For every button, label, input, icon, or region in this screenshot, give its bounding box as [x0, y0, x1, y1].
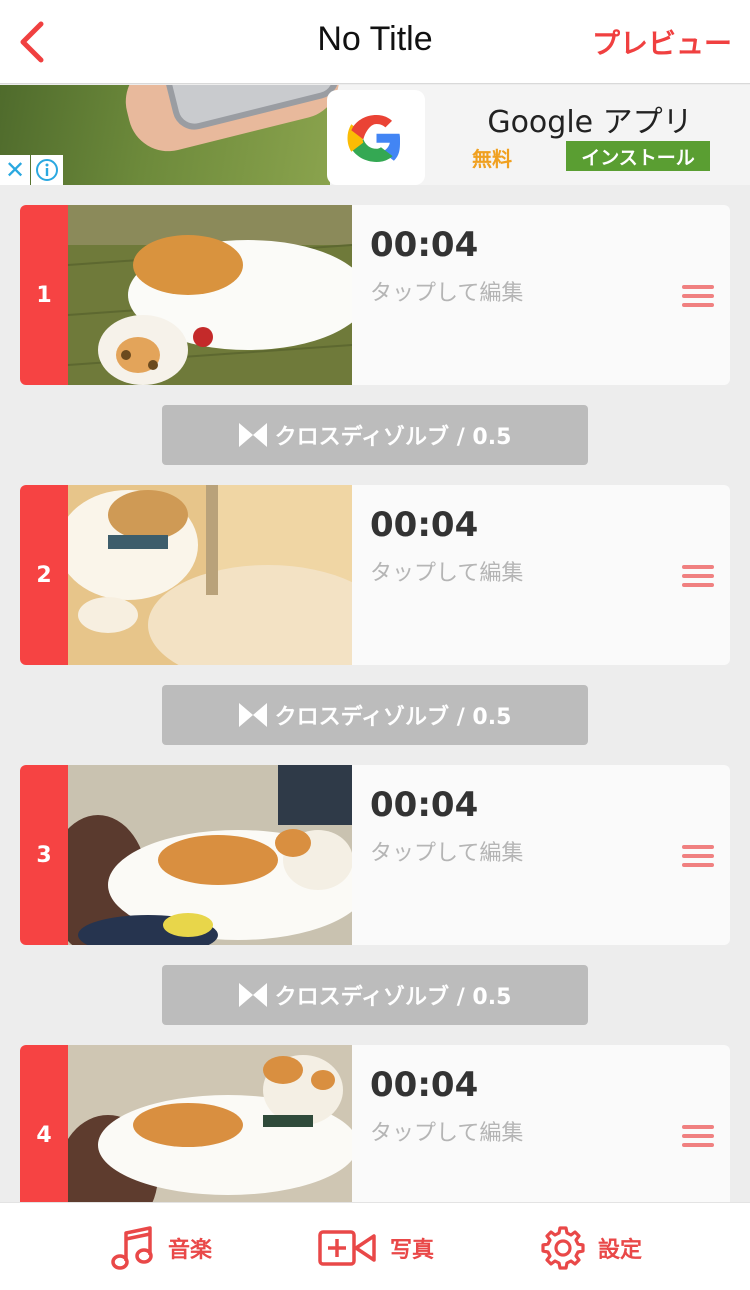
ad-install-button[interactable]: インストール: [566, 141, 710, 171]
reorder-handle-icon[interactable]: [682, 285, 714, 307]
clip-thumbnail: [68, 1045, 352, 1225]
gear-icon: [541, 1226, 585, 1270]
add-media-icon: [318, 1230, 376, 1266]
photo-button[interactable]: 写真: [318, 1223, 434, 1273]
info-icon: [36, 159, 58, 181]
transition-label: クロスディゾルブ / 0.5: [274, 705, 512, 730]
reorder-handle-icon[interactable]: [682, 565, 714, 587]
transition-icon: [238, 703, 267, 727]
ad-banner[interactable]: ✕ Google アプリ 無料 インストール: [0, 85, 750, 185]
music-note-icon: [111, 1226, 153, 1270]
ad-info-button[interactable]: [31, 155, 63, 185]
clip-edit-hint: タップして編集: [370, 281, 524, 306]
transition-label: クロスディゾルブ / 0.5: [274, 425, 512, 450]
music-label: 音楽: [168, 1238, 213, 1263]
reorder-handle-icon[interactable]: [682, 1125, 714, 1147]
clip-number: 1: [20, 205, 68, 385]
clip-item[interactable]: 2 00:04 タップして編集: [20, 485, 730, 665]
clip-thumbnail: [68, 765, 352, 945]
music-button[interactable]: 音楽: [110, 1223, 212, 1273]
clip-edit-hint: タップして編集: [370, 841, 524, 866]
bottom-toolbar: 音楽 写真 設定: [0, 1202, 750, 1290]
clip-number: 2: [20, 485, 68, 665]
transition-button[interactable]: クロスディゾルブ / 0.5: [162, 685, 588, 745]
clip-item[interactable]: 3 00:04 タップして編集: [20, 765, 730, 945]
reorder-handle-icon[interactable]: [682, 845, 714, 867]
clip-duration: 00:04: [370, 1065, 479, 1105]
transition-icon: [238, 983, 267, 1007]
clip-edit-hint: タップして編集: [370, 561, 524, 586]
settings-button[interactable]: 設定: [540, 1223, 642, 1273]
ad-price: 無料: [472, 147, 512, 171]
nav-header: No Title プレビュー: [0, 0, 750, 84]
clip-edit-hint: タップして編集: [370, 1121, 524, 1146]
transition-label: クロスディゾルブ / 0.5: [274, 985, 512, 1010]
preview-button[interactable]: プレビュー: [592, 22, 732, 62]
transition-button[interactable]: クロスディゾルブ / 0.5: [162, 965, 588, 1025]
clip-duration: 00:04: [370, 505, 479, 545]
clip-thumbnail: [68, 205, 352, 385]
ad-app-name: Google アプリ: [487, 105, 693, 140]
clip-number: 4: [20, 1045, 68, 1225]
clip-thumbnail: [68, 485, 352, 665]
clip-item[interactable]: 1 00:04 タップして編集: [20, 205, 730, 385]
photo-label: 写真: [390, 1238, 435, 1263]
transition-icon: [238, 423, 267, 447]
settings-label: 設定: [598, 1238, 643, 1263]
clip-duration: 00:04: [370, 785, 479, 825]
clip-duration: 00:04: [370, 225, 479, 265]
clip-number: 3: [20, 765, 68, 945]
transition-button[interactable]: クロスディゾルブ / 0.5: [162, 405, 588, 465]
ad-close-icon[interactable]: ✕: [0, 155, 30, 185]
google-logo-icon: [327, 90, 425, 185]
clip-item[interactable]: 4 00:04 タップして編集: [20, 1045, 730, 1225]
